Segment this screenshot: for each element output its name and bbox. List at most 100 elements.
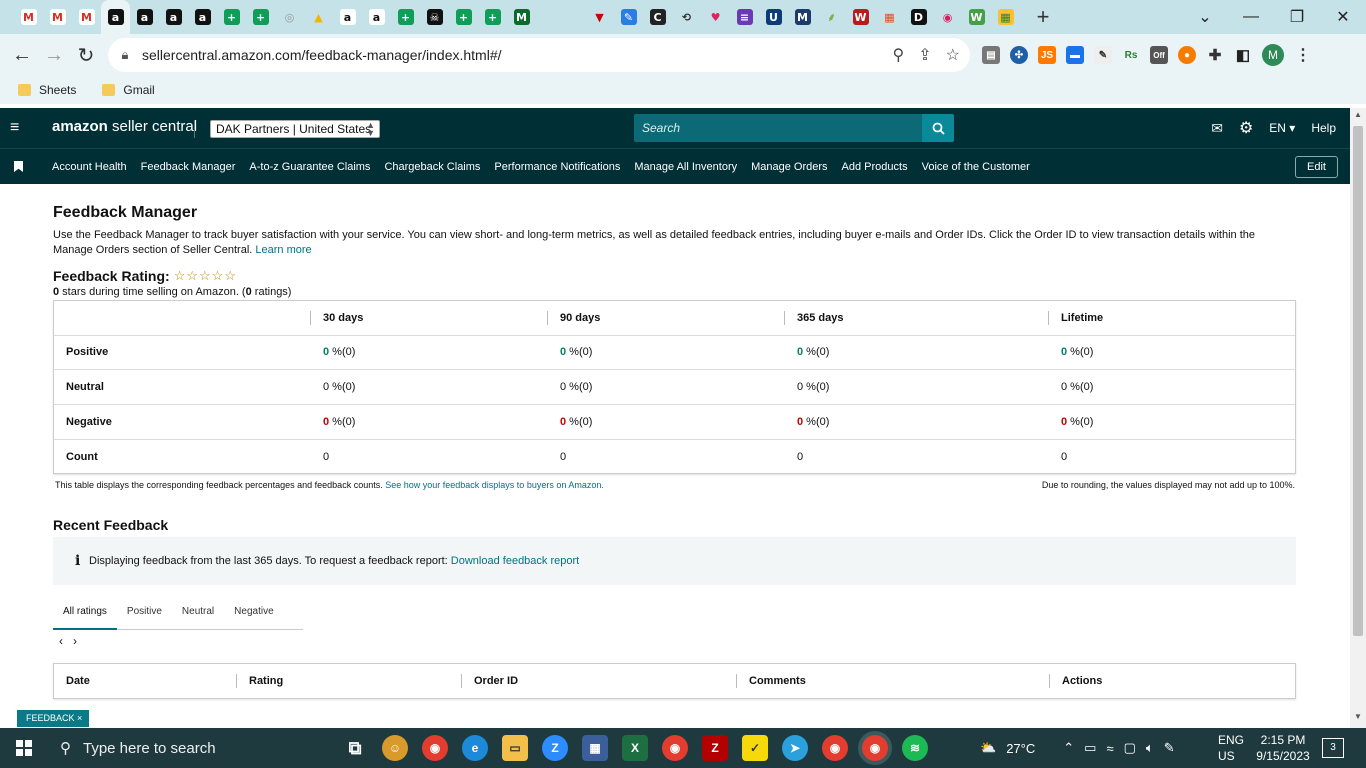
browser-tab[interactable]: M — [507, 0, 536, 34]
pen-icon[interactable]: ✎ — [1164, 740, 1175, 756]
battery-icon[interactable]: ▭ — [1084, 740, 1096, 756]
filezilla-icon[interactable]: Z — [702, 735, 728, 761]
search-button[interactable] — [922, 114, 954, 142]
zoom-icon[interactable]: ⚲ — [893, 45, 905, 65]
browser-tab[interactable]: + — [391, 0, 420, 34]
browser-tab[interactable]: W — [846, 0, 875, 34]
browser-tab[interactable]: a — [130, 0, 159, 34]
back-arrow-icon[interactable]: ← — [6, 39, 38, 71]
file-explorer-icon[interactable]: ▭ — [502, 735, 528, 761]
language-selector[interactable]: EN ▾ — [1269, 121, 1295, 135]
filter-tab[interactable]: All ratings — [53, 598, 117, 630]
nav-link[interactable]: Add Products — [842, 161, 908, 173]
browser-tab[interactable]: + — [449, 0, 478, 34]
lock-icon[interactable]: 🔒︎ — [108, 47, 142, 63]
nav-link[interactable]: Voice of the Customer — [922, 161, 1030, 173]
chrome-second-icon[interactable]: ◉ — [822, 735, 848, 761]
app-game-icon[interactable]: ☺ — [382, 735, 408, 761]
zoom-app-icon[interactable]: Z — [542, 735, 568, 761]
browser-tab[interactable]: M — [43, 0, 72, 34]
gear-icon[interactable]: ⚙ — [1239, 118, 1253, 138]
extension-rs-icon[interactable]: Rs — [1122, 46, 1140, 64]
start-button[interactable] — [0, 728, 48, 768]
chrome-profile-icon[interactable]: ◉ — [662, 735, 688, 761]
sticky-notes-icon[interactable]: ✓ — [742, 735, 768, 761]
chevron-up-icon[interactable]: ⌃ — [1063, 740, 1074, 756]
browser-tab[interactable]: ◉ — [933, 0, 962, 34]
notification-center-icon[interactable]: 3 — [1322, 738, 1344, 758]
filter-tab[interactable]: Positive — [117, 598, 172, 630]
taskbar-search[interactable]: ⚲ Type here to search — [48, 728, 248, 768]
mail-icon[interactable]: ✉ — [1211, 120, 1223, 137]
kebab-menu-icon[interactable]: ⋮ — [1294, 46, 1312, 64]
browser-tab[interactable]: C — [643, 0, 672, 34]
tab-search-chevron-icon[interactable]: ⌄ — [1182, 0, 1228, 34]
browser-tab[interactable]: a — [101, 0, 130, 34]
new-tab-button[interactable]: + — [1028, 4, 1058, 30]
share-icon[interactable]: ⇪ — [918, 45, 931, 65]
account-switcher[interactable]: DAK Partners | United States ▲ ▼ — [210, 120, 380, 138]
bookmark-star-icon[interactable]: ☆ — [946, 45, 960, 65]
browser-tab[interactable]: M — [14, 0, 43, 34]
task-view-icon[interactable]: ⧉ — [342, 735, 368, 761]
edge-icon[interactable]: e — [462, 735, 488, 761]
seller-central-logo[interactable]: amazon seller central — [52, 118, 197, 135]
buyer-display-link[interactable]: See how your feedback displays to buyers… — [385, 480, 604, 490]
page-scrollbar[interactable]: ▲ ▼ — [1350, 108, 1366, 728]
browser-tab[interactable]: D — [904, 0, 933, 34]
browser-tab[interactable]: ⸙ — [817, 0, 846, 34]
weather-icon[interactable]: ⛅ — [980, 740, 996, 756]
prev-page-icon[interactable]: ‹ — [59, 634, 63, 648]
browser-tab[interactable]: a — [159, 0, 188, 34]
next-page-icon[interactable]: › — [73, 634, 77, 648]
extension-js-icon[interactable]: JS — [1038, 46, 1056, 64]
nav-link[interactable]: Manage Orders — [751, 161, 827, 173]
chrome-active-icon[interactable]: ◉ — [862, 735, 888, 761]
column-header[interactable]: Rating — [249, 664, 283, 698]
bookmark-sheets[interactable]: Sheets — [18, 83, 76, 97]
edit-nav-button[interactable]: Edit — [1295, 156, 1338, 178]
url-text[interactable]: sellercentral.amazon.com/feedback-manage… — [142, 47, 502, 63]
filter-tab[interactable]: Negative — [224, 598, 283, 630]
nav-link[interactable]: A-to-z Guarantee Claims — [249, 161, 370, 173]
browser-tab[interactable]: + — [246, 0, 275, 34]
browser-tab[interactable]: U — [759, 0, 788, 34]
browser-tab[interactable]: ✎ — [614, 0, 643, 34]
browser-tab[interactable]: M — [72, 0, 101, 34]
nav-link[interactable]: Chargeback Claims — [384, 161, 480, 173]
language-indicator[interactable]: ENG US — [1218, 732, 1244, 764]
browser-tab[interactable]: ♥ — [701, 0, 730, 34]
column-header[interactable]: Date — [66, 664, 90, 698]
extension-off-icon[interactable]: Off — [1150, 46, 1168, 64]
browser-tab[interactable]: ▼ — [585, 0, 614, 34]
help-link[interactable]: Help — [1311, 121, 1336, 135]
chrome-icon[interactable]: ◉ — [422, 735, 448, 761]
column-header[interactable]: Comments — [749, 664, 806, 698]
profile-avatar[interactable]: M — [1262, 44, 1284, 66]
browser-tab[interactable]: ☠ — [420, 0, 449, 34]
extension-pen-icon[interactable]: ✎ — [1094, 46, 1112, 64]
reload-icon[interactable]: ↻ — [70, 39, 102, 71]
browser-tab[interactable]: ▦ — [875, 0, 904, 34]
restore-button[interactable]: ❐ — [1274, 0, 1320, 34]
clock[interactable]: 2:15 PM 9/15/2023 — [1252, 732, 1314, 764]
extension-clover-icon[interactable]: ✣ — [1010, 46, 1028, 64]
browser-tab[interactable]: ◎ — [275, 0, 304, 34]
learn-more-link[interactable]: Learn more — [255, 244, 311, 256]
browser-tab[interactable]: W — [962, 0, 991, 34]
nav-link[interactable]: Performance Notifications — [494, 161, 620, 173]
extension-circle-icon[interactable]: ● — [1178, 46, 1196, 64]
browser-tab[interactable]: ⟲ — [672, 0, 701, 34]
download-report-link[interactable]: Download feedback report — [451, 555, 579, 567]
extension-wholesale-icon[interactable]: ▤ — [982, 46, 1000, 64]
browser-tab[interactable]: + — [478, 0, 507, 34]
volume-icon[interactable]: 🔈︎ — [1146, 740, 1154, 756]
bookmark-gmail[interactable]: Gmail — [102, 83, 155, 97]
extension-fba-icon[interactable]: ▬ — [1066, 46, 1084, 64]
browser-tab[interactable]: ≡ — [730, 0, 759, 34]
nav-link[interactable]: Feedback Manager — [141, 161, 236, 173]
browser-tab[interactable]: a — [333, 0, 362, 34]
spotify-icon[interactable]: ≋ — [902, 735, 928, 761]
column-header[interactable]: Actions — [1062, 664, 1102, 698]
telegram-icon[interactable]: ➤ — [782, 735, 808, 761]
